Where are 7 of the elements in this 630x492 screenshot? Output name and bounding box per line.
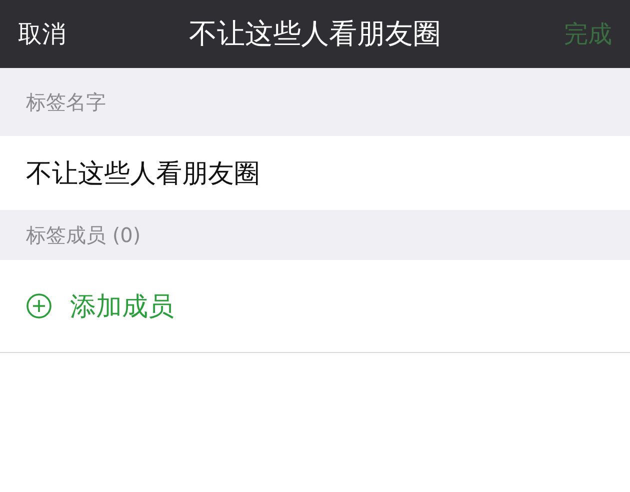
section-label: 标签名字 [26, 88, 106, 116]
section-label: 标签成员 (0) [26, 222, 141, 248]
add-circle-icon [26, 293, 52, 319]
tag-name: 不让这些人看朋友圈 [26, 158, 260, 190]
tag-name-row[interactable]: 不让这些人看朋友圈 [0, 136, 630, 210]
page-title: 不让这些人看朋友圈 [189, 16, 441, 52]
cancel-button[interactable]: 取消 [18, 18, 66, 50]
